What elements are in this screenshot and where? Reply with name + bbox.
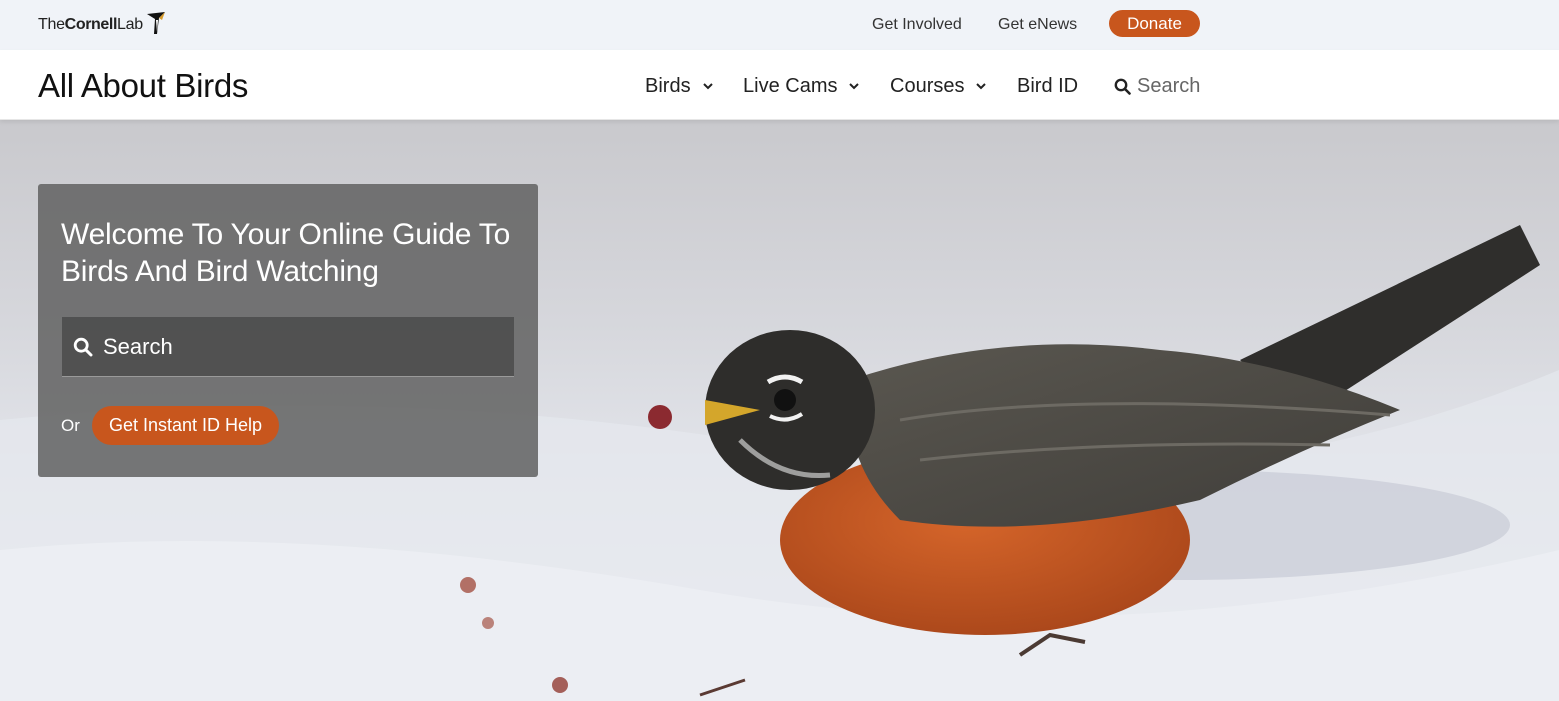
nav-search-label: Search xyxy=(1137,74,1201,97)
get-involved-link[interactable]: Get Involved xyxy=(872,16,962,34)
nav-item-live-cams[interactable]: Live Cams xyxy=(743,74,860,98)
chevron-down-icon xyxy=(976,83,987,90)
nav-item-courses[interactable]: Courses xyxy=(890,74,987,98)
nav-item-label: Courses xyxy=(890,74,965,97)
cornell-lab-logo[interactable]: The Cornell Lab xyxy=(38,11,167,39)
welcome-title: Welcome To Your Online Guide To Birds An… xyxy=(61,218,511,288)
utility-bar: The Cornell Lab Get Involved Get eNews D… xyxy=(0,0,1559,50)
nav-item-label: Live Cams xyxy=(743,74,838,97)
welcome-panel: Welcome To Your Online Guide To Birds An… xyxy=(38,184,538,477)
nav-item-bird-id[interactable]: Bird ID xyxy=(1017,74,1078,98)
instant-id-help-button[interactable]: Get Instant ID Help xyxy=(92,406,279,445)
nav-item-label: Bird ID xyxy=(1017,74,1079,97)
logo-text-the: The xyxy=(38,16,65,33)
search-icon xyxy=(1114,78,1131,95)
logo-text-lab: Lab xyxy=(117,16,143,33)
nav-search-button[interactable]: Search xyxy=(1114,74,1200,98)
bird-logo-icon xyxy=(146,12,165,34)
search-icon xyxy=(73,337,93,356)
hero-search-box[interactable] xyxy=(62,317,514,377)
chevron-down-icon xyxy=(702,83,713,90)
hero-section: Welcome To Your Online Guide To Birds An… xyxy=(0,120,1559,701)
site-title[interactable]: All About Birds xyxy=(38,67,248,105)
or-label: Or xyxy=(61,416,80,435)
nav-item-birds[interactable]: Birds xyxy=(645,74,714,98)
hero-search-input[interactable] xyxy=(103,317,514,376)
nav-item-label: Birds xyxy=(645,74,691,97)
logo-text-cornell: Cornell xyxy=(64,16,118,33)
main-nav: All About Birds Birds Live Cams Courses … xyxy=(0,50,1559,120)
get-enews-link[interactable]: Get eNews xyxy=(998,16,1077,34)
donate-button[interactable]: Donate xyxy=(1109,10,1200,37)
chevron-down-icon xyxy=(849,83,860,90)
